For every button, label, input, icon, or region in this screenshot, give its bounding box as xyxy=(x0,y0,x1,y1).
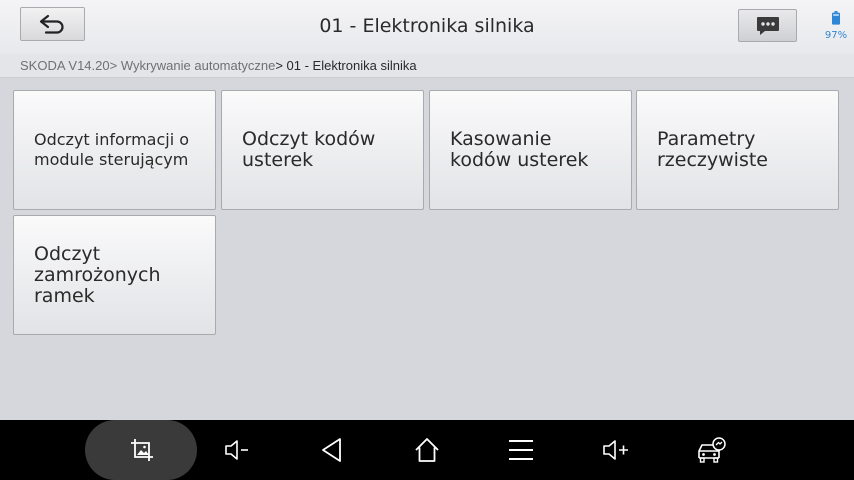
tile-label: Parametry rzeczywiste xyxy=(657,128,768,171)
home-icon xyxy=(415,438,439,462)
tile-label: Odczyt informacji o module sterującym xyxy=(34,130,190,169)
volume-up-icon xyxy=(603,440,628,460)
tile-clear-fault-codes[interactable]: Kasowanie kodów usterek xyxy=(429,90,632,210)
tile-label: Kasowanie kodów usterek xyxy=(450,128,589,171)
nav-home-button[interactable] xyxy=(403,420,451,480)
tile-live-parameters[interactable]: Parametry rzeczywiste xyxy=(636,90,839,210)
screenshot-icon xyxy=(131,439,153,461)
tile-label: Odczyt zamrożonych ramek xyxy=(34,242,161,307)
back-button[interactable] xyxy=(20,7,85,41)
back-triangle-icon xyxy=(322,438,341,462)
battery-icon xyxy=(832,11,840,25)
nav-menu-button[interactable] xyxy=(497,420,545,480)
nav-back-button[interactable] xyxy=(308,420,356,480)
volume-down-icon xyxy=(225,440,248,460)
tile-freeze-frames[interactable]: Odczyt zamrożonych ramek xyxy=(13,215,216,335)
tile-label: Odczyt kodów usterek xyxy=(242,128,376,171)
screenshot-button[interactable] xyxy=(118,420,166,480)
page-title: 01 - Elektronika silnika xyxy=(319,15,535,37)
battery-percent: 97% xyxy=(824,30,848,41)
header-bar: 01 - Elektronika silnika 97% xyxy=(0,0,854,54)
volume-down-button[interactable] xyxy=(213,420,261,480)
system-nav-bar xyxy=(0,420,854,480)
tile-module-info[interactable]: Odczyt informacji o module sterującym xyxy=(13,90,216,210)
chat-bubble-icon xyxy=(756,16,779,35)
tile-read-fault-codes[interactable]: Odczyt kodów usterek xyxy=(221,90,424,210)
breadcrumb: SKODA V14.20> Wykrywanie automatyczne> 0… xyxy=(0,54,854,78)
breadcrumb-path[interactable]: SKODA V14.20> Wykrywanie automatyczne xyxy=(20,58,275,73)
vehicle-diagnostics-button[interactable] xyxy=(687,420,735,480)
car-diagnostic-icon xyxy=(698,437,726,463)
battery-status: 97% xyxy=(818,10,854,42)
undo-arrow-icon xyxy=(39,14,64,34)
volume-up-button[interactable] xyxy=(592,420,640,480)
breadcrumb-current: > 01 - Elektronika silnika xyxy=(275,58,417,73)
menu-icon xyxy=(509,440,533,460)
message-button[interactable] xyxy=(738,9,797,42)
